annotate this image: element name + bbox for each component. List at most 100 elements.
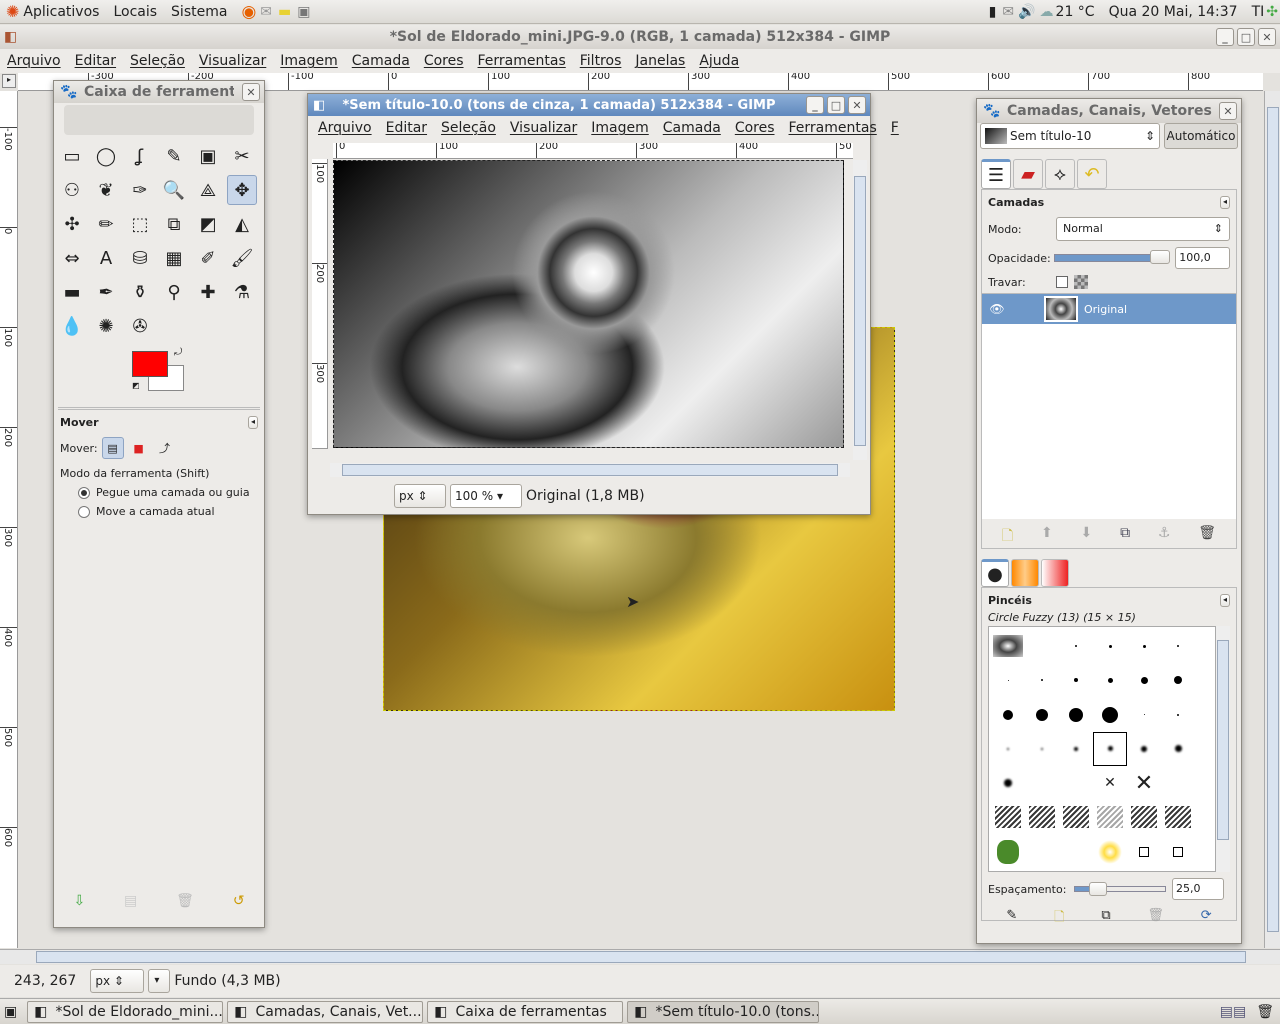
session-icon[interactable]: ✣ (1266, 4, 1278, 20)
image-menu-1[interactable]: Editar (386, 120, 427, 136)
tool-button[interactable]: ⬚ (125, 209, 155, 239)
notes-icon[interactable]: ▬ (278, 4, 291, 20)
delete-options-icon[interactable]: 🗑 (176, 893, 194, 909)
brush-item[interactable] (1025, 835, 1059, 869)
radio-move-active-layer[interactable]: Move a camada atual (78, 505, 258, 518)
tool-button[interactable]: ⧉ (159, 209, 189, 239)
horizontal-scrollbar[interactable] (0, 949, 1280, 964)
close-button[interactable]: ✕ (1258, 28, 1276, 46)
brush-item[interactable] (1093, 731, 1127, 766)
tab-gradients[interactable] (1041, 559, 1069, 587)
brush-item[interactable]: ✕ (1093, 766, 1127, 800)
ubuntu-logo-icon[interactable]: ✺ (6, 2, 19, 21)
move-path-button[interactable]: ⤴ (154, 440, 176, 456)
brush-item[interactable] (1059, 663, 1093, 697)
menu-4[interactable]: Imagem (280, 53, 337, 69)
tool-button[interactable]: ⟁ (193, 175, 223, 205)
tool-button[interactable]: ✑ (125, 175, 155, 205)
brush-item[interactable] (1161, 663, 1195, 697)
delete-layer-icon[interactable]: 🗑 (1198, 525, 1216, 549)
move-selection-button[interactable]: ■ (128, 442, 150, 455)
raise-layer-icon[interactable]: ⬆ (1041, 525, 1053, 549)
tool-button[interactable]: 💧 (57, 311, 87, 341)
menu-6[interactable]: Cores (424, 53, 464, 69)
unit-select[interactable]: px ⇕ (90, 969, 145, 993)
tool-button[interactable]: ✎ (159, 141, 189, 171)
tab-brushes[interactable]: ● (981, 559, 1009, 587)
brush-item[interactable] (1093, 835, 1127, 869)
tool-button[interactable]: ⇔ (57, 243, 87, 273)
tool-button[interactable]: ▦ (159, 243, 189, 273)
tool-button[interactable]: ⛁ (125, 243, 155, 273)
brush-item[interactable] (1127, 835, 1161, 869)
brush-item[interactable] (1127, 732, 1161, 766)
spacing-input[interactable]: 25,0 (1172, 878, 1224, 900)
brush-item[interactable] (1059, 629, 1093, 663)
tab-undo-history[interactable]: ↶ (1077, 159, 1107, 189)
brush-item[interactable] (1127, 663, 1161, 697)
tool-button[interactable]: ⚱ (125, 277, 155, 307)
tool-button[interactable]: ◭ (227, 209, 257, 239)
tool-button[interactable]: ʆ (125, 141, 155, 171)
edit-brush-icon[interactable]: ✎ (1006, 908, 1017, 930)
tool-button[interactable]: ▣ (193, 141, 223, 171)
opacity-slider[interactable] (1054, 250, 1171, 264)
image-unit-select[interactable]: px ⇕ (394, 484, 446, 508)
brushes-scrollbar[interactable] (1216, 626, 1230, 872)
duplicate-brush-icon[interactable]: ⧉ (1101, 908, 1110, 930)
brush-item[interactable] (1161, 800, 1195, 834)
menu-2[interactable]: Seleção (130, 53, 185, 69)
menu-1[interactable]: Editar (75, 53, 116, 69)
refresh-brushes-icon[interactable]: ⟳ (1201, 908, 1212, 930)
brush-item[interactable] (1025, 629, 1059, 663)
tool-button[interactable]: ✐ (193, 243, 223, 273)
menu-0[interactable]: Arquivo (7, 53, 61, 69)
duplicate-layer-icon[interactable]: ⧉ (1120, 525, 1130, 549)
eye-icon[interactable]: 👁 (982, 302, 1012, 316)
tool-button[interactable]: ✣ (57, 209, 87, 239)
brush-item[interactable] (1093, 800, 1127, 834)
default-colors-icon[interactable]: ◩ (132, 381, 140, 390)
brush-item[interactable] (1161, 698, 1195, 732)
lock-alpha-icon[interactable] (1074, 275, 1088, 289)
firefox-icon[interactable]: ◉ (241, 2, 256, 22)
brush-item[interactable] (1161, 732, 1195, 766)
tool-button[interactable]: ▭ (57, 141, 87, 171)
new-layer-icon[interactable]: 🗋 (1002, 525, 1013, 549)
menu-arrow-button[interactable]: ▸ (2, 74, 16, 88)
reset-options-icon[interactable]: ↺ (233, 893, 245, 909)
brush-item[interactable] (1025, 663, 1059, 697)
move-layer-button[interactable]: ▤ (101, 437, 124, 459)
brush-item[interactable] (991, 663, 1025, 697)
image-horizontal-scrollbar[interactable] (330, 463, 850, 477)
brush-item[interactable] (1059, 732, 1093, 766)
restore-options-icon[interactable]: ▤ (124, 893, 137, 909)
image-menu-5[interactable]: Camada (663, 120, 721, 136)
mail-icon[interactable]: ✉ (1002, 4, 1014, 20)
brush-item[interactable] (991, 835, 1025, 869)
tool-button[interactable]: A (91, 243, 121, 273)
brush-item[interactable] (1161, 629, 1195, 663)
image-selector[interactable]: Sem título-10 ⇕ (980, 123, 1160, 149)
tool-button[interactable]: ✏ (91, 209, 121, 239)
delete-brush-icon[interactable]: 🗑 (1147, 908, 1164, 930)
spacing-slider[interactable] (1074, 882, 1166, 896)
brush-item[interactable] (1059, 800, 1093, 834)
brush-item[interactable] (1127, 629, 1161, 663)
brush-item[interactable]: ✕ (1127, 766, 1161, 800)
tab-channels[interactable]: ▰ (1013, 159, 1043, 189)
layers-panel-menu[interactable]: ◂ (1219, 196, 1230, 209)
iw-close-button[interactable]: ✕ (848, 96, 866, 114)
grayscale-image-canvas[interactable] (333, 160, 844, 448)
weather-temp[interactable]: 21 °C (1056, 4, 1095, 20)
zoom-select[interactable]: ▾ (148, 969, 171, 993)
tool-button[interactable]: ▬ (57, 277, 87, 307)
tab-layers[interactable]: ☰ (981, 159, 1011, 189)
brush-item[interactable] (1127, 800, 1161, 834)
menu-10[interactable]: Ajuda (699, 53, 739, 69)
brush-item[interactable] (1161, 766, 1195, 800)
layer-row-original[interactable]: 👁 Original (982, 294, 1236, 324)
menu-5[interactable]: Camada (352, 53, 410, 69)
menu-sistema[interactable]: Sistema (171, 4, 227, 20)
brush-item[interactable] (1025, 766, 1059, 800)
